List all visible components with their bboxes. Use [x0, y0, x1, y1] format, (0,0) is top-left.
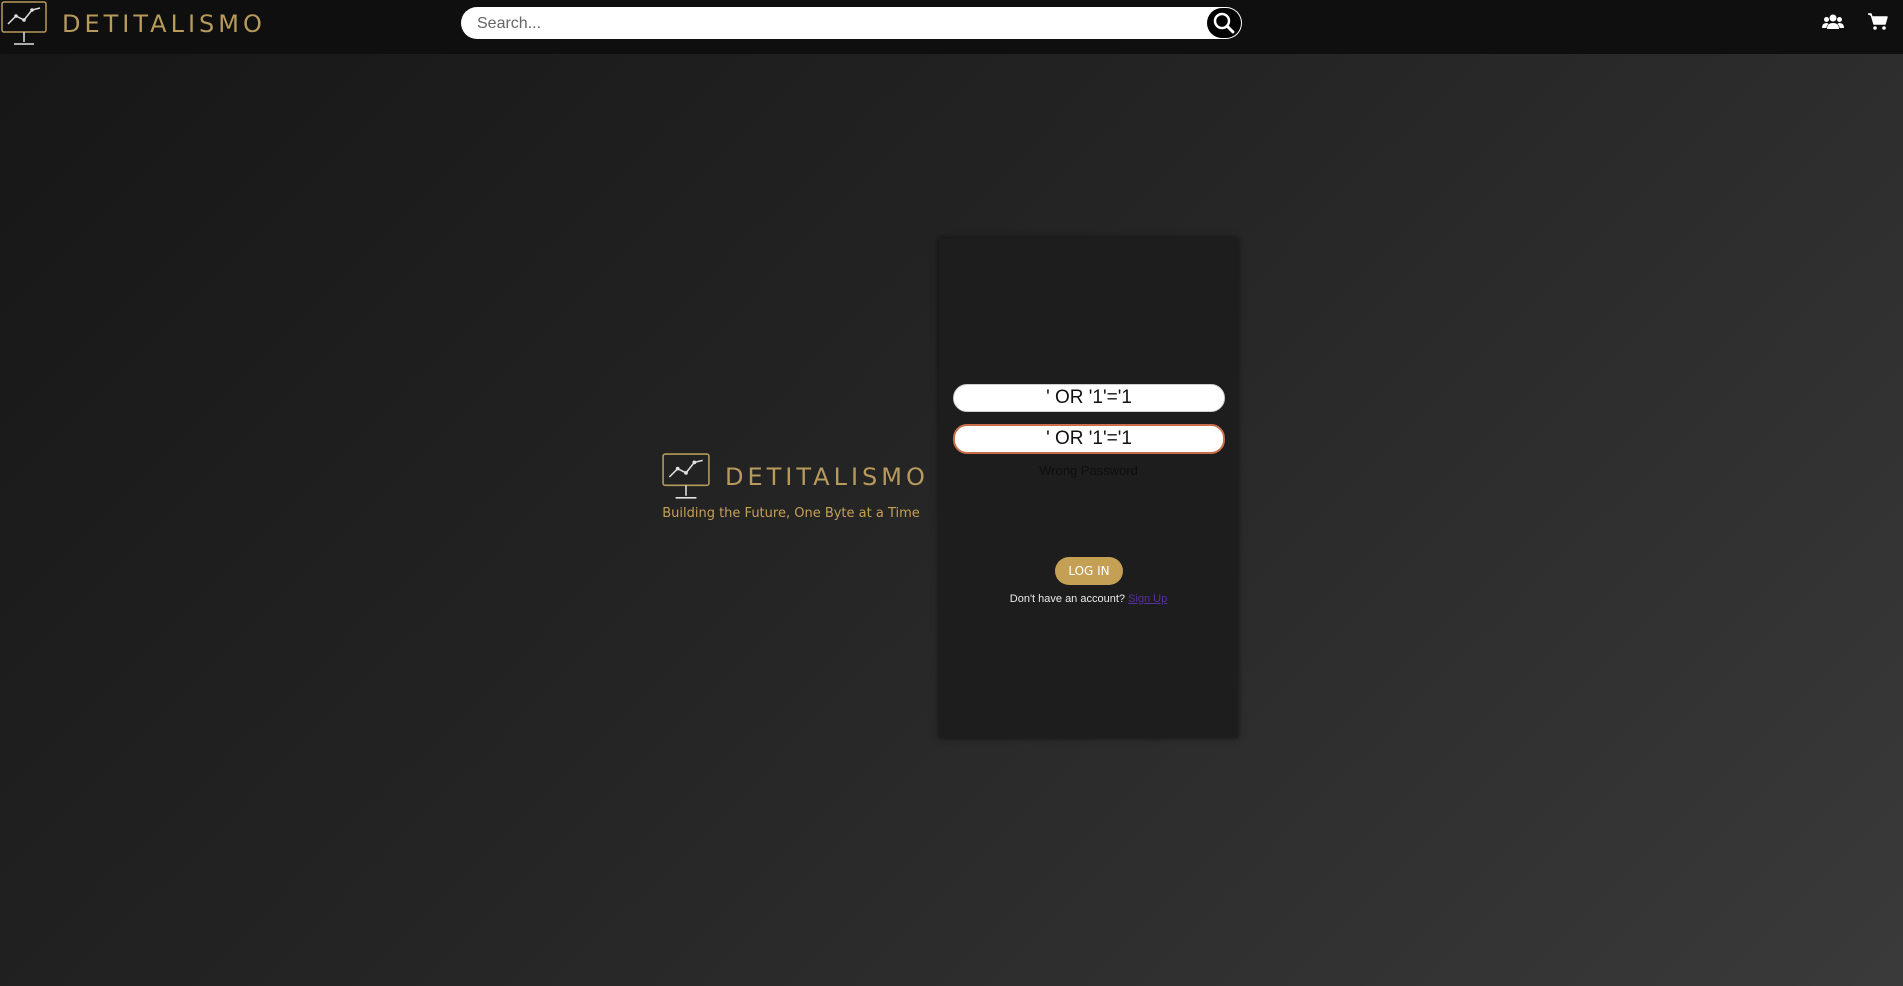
- search-bar: [461, 7, 1242, 41]
- hero-logo: DETITALISMO Building the Future, One Byt…: [661, 452, 925, 522]
- password-field[interactable]: [953, 424, 1225, 454]
- tagline: Building the Future, One Byte at a Time: [662, 506, 920, 521]
- brand-logo[interactable]: DETITALISMO: [0, 0, 266, 48]
- cart-icon[interactable]: [1867, 12, 1889, 32]
- monitor-chart-icon: [662, 453, 710, 499]
- username-field[interactable]: [953, 384, 1225, 412]
- login-card: Wrong Password LOG IN Don't have an acco…: [939, 238, 1238, 738]
- error-message: Wrong Password: [1039, 463, 1138, 478]
- signup-row: Don't have an account? Sign Up: [939, 593, 1238, 605]
- signup-link[interactable]: Sign Up: [1128, 593, 1167, 605]
- login-button[interactable]: LOG IN: [1055, 557, 1123, 585]
- top-navbar: DETITALISMO: [0, 0, 1903, 54]
- hero-brand-name: DETITALISMO: [725, 463, 929, 491]
- search-input[interactable]: [475, 7, 1199, 41]
- search-button[interactable]: [1207, 8, 1241, 38]
- signup-prompt: Don't have an account?: [1009, 593, 1126, 605]
- search-icon: [1213, 12, 1235, 34]
- users-icon[interactable]: [1822, 12, 1844, 32]
- brand-name: DETITALISMO: [62, 10, 266, 38]
- monitor-chart-icon: [1, 1, 47, 45]
